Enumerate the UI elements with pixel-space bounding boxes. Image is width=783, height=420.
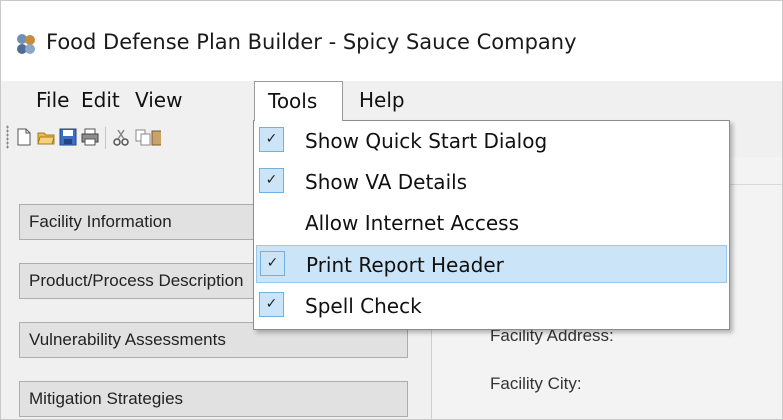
menu-item-label: Allow Internet Access: [305, 211, 519, 235]
menu-help[interactable]: Help: [351, 81, 413, 119]
menu-item-spell-check[interactable]: ✓ Spell Check: [256, 287, 727, 325]
open-folder-icon[interactable]: [37, 128, 55, 146]
nav-mitigation-strategies[interactable]: Mitigation Strategies: [19, 381, 408, 417]
menu-item-label: Spell Check: [305, 294, 422, 318]
checkmark-icon: ✓: [260, 251, 285, 276]
save-icon[interactable]: [59, 128, 77, 146]
checkmark-icon: ✓: [259, 292, 284, 317]
app-logo-icon: [17, 34, 35, 54]
menu-item-show-quick-start-dialog[interactable]: ✓ Show Quick Start Dialog: [256, 122, 727, 160]
menu-file[interactable]: File: [28, 81, 77, 119]
copy-icon[interactable]: [134, 128, 152, 146]
facility-city-label: Facility City:: [490, 374, 582, 393]
cut-icon[interactable]: [112, 128, 130, 146]
menu-tools[interactable]: Tools: [254, 81, 343, 121]
menu-item-print-report-header[interactable]: ✓ Print Report Header: [256, 245, 727, 283]
menu-edit[interactable]: Edit: [73, 81, 128, 119]
tools-dropdown-menu: ✓ Show Quick Start Dialog ✓ Show VA Deta…: [253, 120, 730, 330]
checkmark-icon: ✓: [259, 168, 284, 193]
menu-item-allow-internet-access[interactable]: Allow Internet Access: [256, 204, 727, 242]
new-document-icon[interactable]: [15, 128, 33, 146]
menu-view[interactable]: View: [127, 81, 190, 119]
toolbar-separator: [105, 127, 106, 149]
menu-item-label: Print Report Header: [306, 253, 504, 277]
checkmark-icon: ✓: [259, 127, 284, 152]
menu-item-label: Show VA Details: [305, 170, 468, 194]
menu-item-label: Show Quick Start Dialog: [305, 129, 548, 153]
menu-bar: File Edit View Tools Help: [1, 81, 782, 121]
app-window: Food Defense Plan Builder - Spicy Sauce …: [0, 0, 783, 420]
title-bar: Food Defense Plan Builder - Spicy Sauce …: [1, 1, 782, 79]
menu-item-show-va-details[interactable]: ✓ Show VA Details: [256, 163, 727, 201]
paste-icon[interactable]: [151, 128, 161, 146]
toolbar-grip[interactable]: [6, 125, 9, 149]
print-icon[interactable]: [81, 128, 99, 146]
window-title: Food Defense Plan Builder - Spicy Sauce …: [46, 30, 577, 54]
